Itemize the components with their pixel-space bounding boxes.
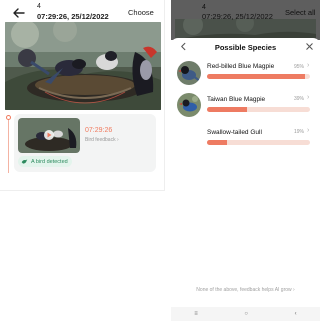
bird-feeder-photo — [5, 22, 161, 110]
chevron-right-icon[interactable]: › — [307, 62, 309, 69]
confidence-bar-fill — [207, 74, 305, 79]
species-name[interactable]: Red-billed Blue Magpie — [207, 63, 274, 70]
species-confidence: 19% — [294, 129, 305, 135]
confidence-bar — [207, 74, 310, 79]
close-icon[interactable] — [305, 42, 314, 51]
species-avatar — [177, 61, 201, 85]
select-all-button[interactable]: Select all — [285, 8, 315, 17]
bird-icon — [21, 159, 28, 164]
camera-snapshot — [5, 22, 161, 110]
timeline-marker — [6, 115, 11, 120]
taiwan-blue-magpie-image — [177, 93, 201, 117]
event-source-label: Bird feedback — [85, 137, 116, 143]
choose-button[interactable]: Choose — [128, 8, 154, 17]
chevron-right-icon: › — [116, 137, 119, 143]
species-avatar — [177, 93, 201, 117]
event-count: 4 — [37, 3, 41, 10]
event-source-link[interactable]: Bird feedback › — [85, 137, 119, 143]
bird-detected-label: A bird detected — [31, 158, 68, 165]
species-name[interactable]: Taiwan Blue Magpie — [207, 96, 265, 103]
event-thumbnail[interactable] — [18, 118, 80, 153]
back-arrow-icon[interactable] — [12, 6, 26, 20]
dimmed-photo — [175, 19, 316, 40]
home-circle-icon[interactable]: ○ — [244, 311, 248, 317]
event-time: 07:29:26 — [85, 127, 113, 134]
feedback-link[interactable]: None of the above, feedback helps AI gro… — [171, 287, 320, 293]
system-nav-bar: ≡ ○ ‹ — [171, 307, 320, 321]
confidence-bar — [207, 140, 310, 145]
timeline-line — [8, 117, 9, 173]
confidence-bar-fill — [207, 140, 227, 145]
species-confidence: 95% — [294, 64, 305, 70]
species-name[interactable]: Swallow-tailed Gull — [207, 129, 262, 136]
bird-detected-badge: A bird detected — [18, 156, 72, 167]
menu-icon[interactable]: ≡ — [194, 311, 198, 317]
event-count-dimmed: 4 — [202, 4, 206, 11]
sheet-title: Possible Species — [214, 43, 277, 52]
red-billed-magpie-image — [177, 61, 201, 85]
feedback-text: None of the above, feedback helps AI gro… — [196, 287, 292, 293]
back-triangle-icon[interactable]: ‹ — [295, 311, 297, 317]
chevron-right-icon[interactable]: › — [307, 94, 309, 101]
chevron-right-icon[interactable]: › — [307, 127, 309, 134]
chevron-right-icon: › — [293, 287, 295, 293]
event-datetime-dimmed: 07:29:26, 25/12/2022 — [202, 12, 273, 21]
confidence-bar — [207, 107, 310, 112]
species-confidence: 39% — [294, 96, 305, 102]
dimmed-camera-snapshot — [175, 19, 316, 40]
confidence-bar-fill — [207, 107, 248, 112]
event-thumbnail-image — [18, 118, 80, 153]
event-datetime: 07:29:26, 25/12/2022 — [37, 12, 109, 21]
